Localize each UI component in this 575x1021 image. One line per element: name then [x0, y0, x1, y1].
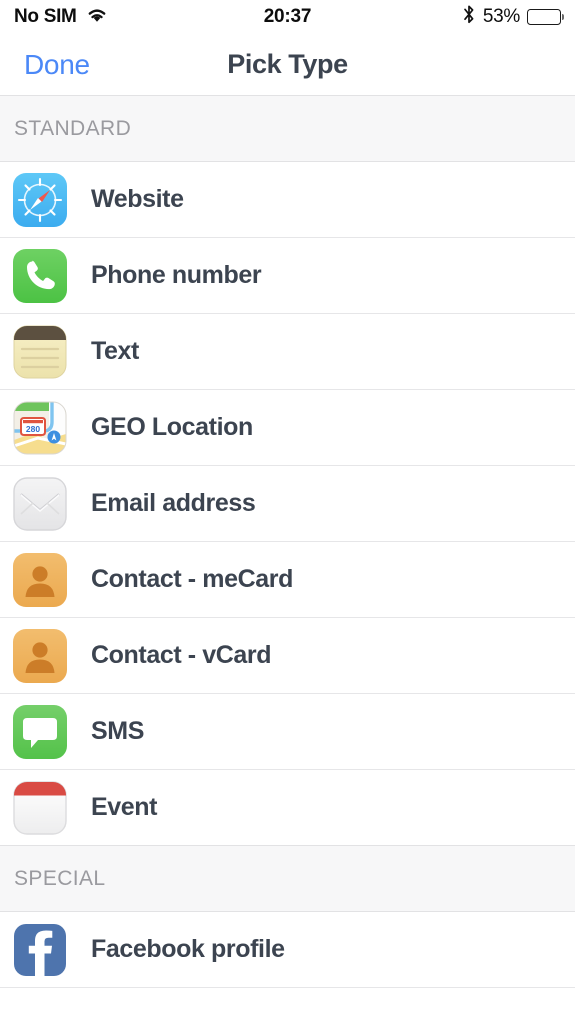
list-item-label: Contact - vCard: [91, 641, 272, 669]
list-item-facebook-profile[interactable]: Facebook profile: [0, 912, 575, 988]
list-item-contact-mecard[interactable]: Contact - meCard: [0, 542, 575, 618]
carrier-label: No SIM: [14, 6, 77, 27]
type-list[interactable]: STANDARD Website Phone number Text 280 G…: [0, 95, 575, 988]
list-item-label: GEO Location: [91, 413, 253, 441]
calendar-icon: [12, 780, 68, 836]
section-header-special: SPECIAL: [0, 845, 575, 912]
list-item-label: Text: [91, 337, 139, 365]
list-item-sms[interactable]: SMS: [0, 694, 575, 770]
list-item-text[interactable]: Text: [0, 314, 575, 390]
list-item-label: Email address: [91, 489, 256, 517]
list-item-contact-vcard[interactable]: Contact - vCard: [0, 618, 575, 694]
list-item-event[interactable]: Event: [0, 770, 575, 846]
list-item-label: SMS: [91, 717, 144, 745]
section-header-standard: STANDARD: [0, 95, 575, 162]
list-item-label: Facebook profile: [91, 935, 285, 963]
status-bar-right: 53%: [462, 4, 564, 30]
list-item-geo-location[interactable]: 280 GEO Location: [0, 390, 575, 466]
screen: No SIM 20:37 53% Done Pick Type STANDARD…: [0, 0, 575, 1021]
battery-percent-label: 53%: [482, 6, 520, 27]
list-item-phone-number[interactable]: Phone number: [0, 238, 575, 314]
list-item-label: Event: [91, 793, 158, 821]
list-item-label: Phone number: [91, 261, 262, 289]
mail-icon: [12, 476, 68, 532]
phone-icon: [12, 248, 68, 304]
done-button[interactable]: Done: [24, 49, 90, 81]
status-bar: No SIM 20:37 53%: [0, 0, 575, 34]
battery-icon: [527, 9, 564, 25]
safari-icon: [12, 172, 68, 228]
contact-icon: [12, 552, 68, 608]
messages-icon: [12, 704, 68, 760]
status-bar-left: No SIM: [14, 6, 109, 29]
list-item-label: Contact - meCard: [91, 565, 293, 593]
list-item-website[interactable]: Website: [0, 162, 575, 238]
maps-icon: 280: [12, 400, 68, 456]
list-item-label: Website: [91, 185, 184, 213]
bluetooth-icon: [462, 4, 476, 30]
section-header-label: SPECIAL: [14, 866, 106, 890]
contact-icon: [12, 628, 68, 684]
svg-text:280: 280: [26, 424, 40, 434]
notes-icon: [12, 324, 68, 380]
wifi-icon: [85, 6, 109, 29]
section-header-label: STANDARD: [14, 116, 132, 140]
navigation-bar: Done Pick Type: [0, 34, 575, 96]
facebook-icon: [12, 922, 68, 978]
list-item-email-address[interactable]: Email address: [0, 466, 575, 542]
